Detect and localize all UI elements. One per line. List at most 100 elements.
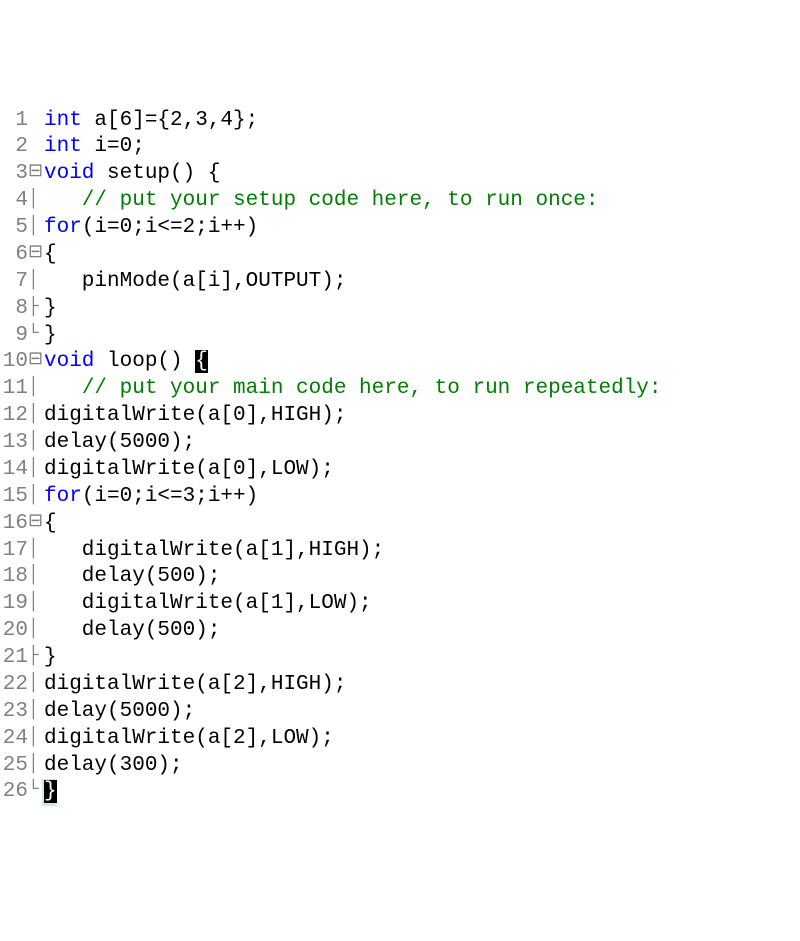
code-line[interactable]: 3⊟void setup() { [0,161,800,188]
code-content: // put your setup code here, to run once… [42,188,599,215]
code-line[interactable]: 19│ digitalWrite(a[1],LOW); [0,591,800,618]
fold-gutter: ├ [28,296,42,323]
line-number: 16 [0,511,28,538]
code-line[interactable]: 1 int a[6]={2,3,4}; [0,108,800,135]
code-content: } [42,296,57,323]
line-number: 5 [0,215,28,242]
fold-gutter: ⊟ [28,349,42,376]
code-editor[interactable]: 1 int a[6]={2,3,4};2 int i=0;3⊟void setu… [0,108,800,807]
line-number: 2 [0,134,28,161]
fold-gutter: ⊟ [28,242,42,269]
line-number: 12 [0,403,28,430]
code-content: pinMode(a[i],OUTPUT); [42,269,346,296]
fold-gutter: │ [28,430,42,457]
code-line[interactable]: 26└} [0,779,800,806]
code-line[interactable]: 5│for(i=0;i<=2;i++) [0,215,800,242]
code-content: } [42,779,57,806]
code-content: for(i=0;i<=3;i++) [42,484,258,511]
line-number: 19 [0,591,28,618]
code-content: // put your main code here, to run repea… [42,376,662,403]
fold-gutter: │ [28,215,42,242]
line-number: 1 [0,108,28,135]
code-line[interactable]: 14│digitalWrite(a[0],LOW); [0,457,800,484]
code-line[interactable]: 4│ // put your setup code here, to run o… [0,188,800,215]
fold-gutter: └ [28,323,42,350]
code-content: void loop() { [42,349,208,376]
fold-gutter: │ [28,457,42,484]
line-number: 14 [0,457,28,484]
line-number: 8 [0,296,28,323]
code-line[interactable]: 8├} [0,296,800,323]
fold-gutter: │ [28,269,42,296]
code-line[interactable]: 12│digitalWrite(a[0],HIGH); [0,403,800,430]
line-number: 3 [0,161,28,188]
fold-gutter: │ [28,403,42,430]
fold-gutter: │ [28,188,42,215]
code-line[interactable]: 24│digitalWrite(a[2],LOW); [0,726,800,753]
code-content: delay(500); [42,564,220,591]
code-content: } [42,323,57,350]
line-number: 9 [0,323,28,350]
fold-gutter: │ [28,726,42,753]
code-content: { [42,242,57,269]
code-content: int i=0; [42,134,145,161]
code-line[interactable]: 11│ // put your main code here, to run r… [0,376,800,403]
fold-gutter: └ [28,779,42,806]
line-number: 10 [0,349,28,376]
fold-gutter: │ [28,538,42,565]
line-number: 26 [0,779,28,806]
code-line[interactable]: 20│ delay(500); [0,618,800,645]
code-content: digitalWrite(a[1],LOW); [42,591,372,618]
code-content: delay(300); [42,753,183,780]
code-content: int a[6]={2,3,4}; [42,108,258,135]
line-number: 15 [0,484,28,511]
code-line[interactable]: 21├} [0,645,800,672]
fold-gutter: ⊟ [28,511,42,538]
code-content: digitalWrite(a[1],HIGH); [42,538,384,565]
code-line[interactable]: 2 int i=0; [0,134,800,161]
fold-gutter: ├ [28,645,42,672]
code-content: digitalWrite(a[0],HIGH); [42,403,346,430]
fold-gutter [28,134,42,161]
code-content: } [42,645,57,672]
code-line[interactable]: 23│delay(5000); [0,699,800,726]
fold-gutter: │ [28,699,42,726]
code-line[interactable]: 15│for(i=0;i<=3;i++) [0,484,800,511]
code-content: digitalWrite(a[2],HIGH); [42,672,346,699]
fold-gutter: │ [28,672,42,699]
line-number: 22 [0,672,28,699]
code-content: digitalWrite(a[0],LOW); [42,457,334,484]
code-line[interactable]: 17│ digitalWrite(a[1],HIGH); [0,538,800,565]
line-number: 17 [0,538,28,565]
fold-gutter: ⊟ [28,161,42,188]
code-line[interactable]: 22│digitalWrite(a[2],HIGH); [0,672,800,699]
code-line[interactable]: 13│delay(5000); [0,430,800,457]
line-number: 7 [0,269,28,296]
code-line[interactable]: 18│ delay(500); [0,564,800,591]
code-line[interactable]: 7│ pinMode(a[i],OUTPUT); [0,269,800,296]
fold-gutter: │ [28,376,42,403]
code-content: delay(500); [42,618,220,645]
code-content: delay(5000); [42,430,195,457]
code-line[interactable]: 16⊟{ [0,511,800,538]
code-content: void setup() { [42,161,220,188]
line-number: 24 [0,726,28,753]
code-line[interactable]: 6⊟{ [0,242,800,269]
code-content: for(i=0;i<=2;i++) [42,215,258,242]
line-number: 13 [0,430,28,457]
fold-gutter: │ [28,591,42,618]
code-line[interactable]: 9└} [0,323,800,350]
code-line[interactable]: 10⊟void loop() { [0,349,800,376]
line-number: 23 [0,699,28,726]
line-number: 11 [0,376,28,403]
code-content: delay(5000); [42,699,195,726]
fold-gutter: │ [28,618,42,645]
code-line[interactable]: 25│delay(300); [0,753,800,780]
line-number: 18 [0,564,28,591]
fold-gutter: │ [28,484,42,511]
code-content: { [42,511,57,538]
line-number: 20 [0,618,28,645]
fold-gutter: │ [28,564,42,591]
fold-gutter [28,108,42,135]
line-number: 4 [0,188,28,215]
